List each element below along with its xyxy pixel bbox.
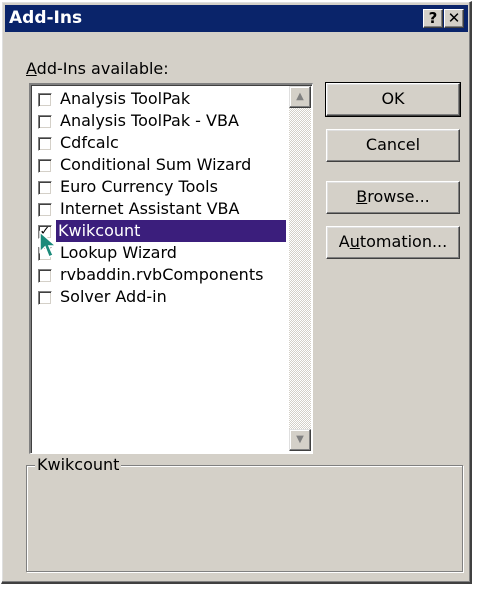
list-item[interactable]: Analysis ToolPak - VBA (34, 110, 286, 132)
vertical-scrollbar[interactable]: ▲ ▼ (289, 86, 311, 451)
cancel-button[interactable]: Cancel (326, 129, 460, 162)
ok-button[interactable]: OK (325, 82, 461, 117)
list-item-label: Conditional Sum Wizard (60, 155, 252, 174)
checkbox[interactable] (38, 159, 52, 173)
help-button[interactable]: ? (423, 9, 443, 28)
list-item-label: rvbaddin.rvbComponents (60, 265, 264, 284)
list-item-label: Analysis ToolPak (60, 89, 191, 108)
list-item[interactable]: rvbaddin.rvbComponents (34, 264, 286, 286)
add-ins-listbox[interactable]: Analysis ToolPak Analysis ToolPak - VBA … (29, 83, 313, 454)
list-item[interactable]: Cdfcalc (34, 132, 286, 154)
list-item-label: Analysis ToolPak - VBA (60, 111, 239, 130)
list-item-label: Internet Assistant VBA (60, 199, 240, 218)
mouse-pointer-icon (39, 230, 58, 259)
add-ins-available-label: Add-Ins available: (26, 59, 169, 78)
list-item-label: Euro Currency Tools (60, 177, 218, 196)
list-item[interactable]: Analysis ToolPak (34, 88, 286, 110)
automation-button[interactable]: Automation... (326, 226, 460, 259)
description-label: Kwikcount (35, 455, 122, 474)
list-item-label: Cdfcalc (60, 133, 119, 152)
list-item[interactable]: Conditional Sum Wizard (34, 154, 286, 176)
list-item[interactable]: Lookup Wizard (34, 242, 286, 264)
dialog-title: Add-Ins (9, 8, 83, 28)
list-item[interactable]: Euro Currency Tools (34, 176, 286, 198)
checkbox[interactable] (38, 181, 52, 195)
checkbox[interactable] (38, 203, 52, 217)
list-item-label: Lookup Wizard (60, 243, 177, 262)
list-item-label: Kwikcount (56, 220, 286, 242)
title-bar: Add-Ins ? ✕ (5, 5, 468, 32)
checkbox[interactable] (38, 269, 52, 283)
list-item-selected[interactable]: ✓ Kwikcount (34, 220, 286, 242)
list-item[interactable]: Solver Add-in (34, 286, 286, 308)
add-ins-dialog: Add-Ins ? ✕ Add-Ins available: Analysis … (1, 1, 472, 584)
checkbox[interactable] (38, 137, 52, 151)
close-button[interactable]: ✕ (444, 9, 464, 28)
list-item-label: Solver Add-in (60, 287, 167, 306)
checkbox[interactable] (38, 291, 52, 305)
description-groupbox: Kwikcount (26, 455, 463, 572)
scroll-up-button[interactable]: ▲ (289, 86, 311, 108)
checkbox[interactable] (38, 115, 52, 129)
checkbox[interactable] (38, 93, 52, 107)
list-item[interactable]: Internet Assistant VBA (34, 198, 286, 220)
browse-button[interactable]: Browse... (326, 181, 460, 214)
scroll-down-button[interactable]: ▼ (289, 429, 311, 451)
